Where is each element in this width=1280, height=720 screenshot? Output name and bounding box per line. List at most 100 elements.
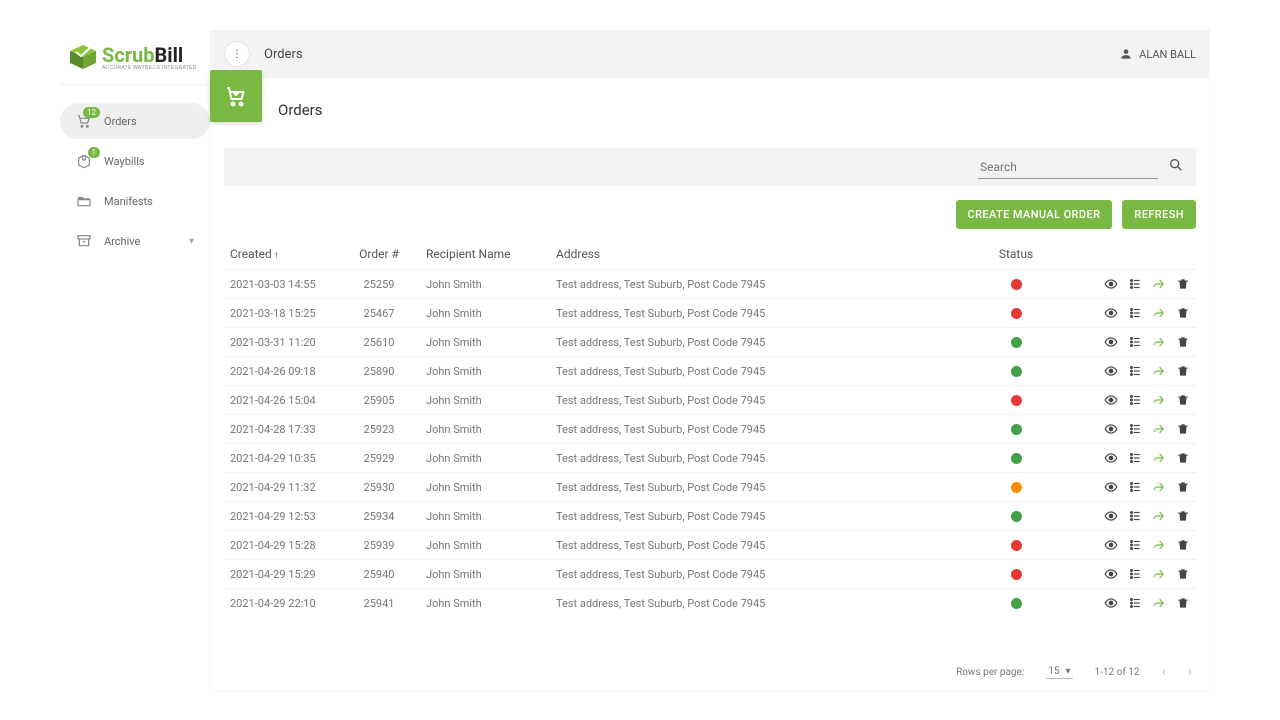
delete-icon[interactable] <box>1176 509 1190 523</box>
view-icon[interactable] <box>1104 306 1118 320</box>
search-icon[interactable] <box>1168 157 1184 177</box>
forward-icon[interactable] <box>1152 509 1166 523</box>
forward-icon[interactable] <box>1152 538 1166 552</box>
details-icon[interactable] <box>1128 480 1142 494</box>
status-dot <box>1011 569 1022 580</box>
nav-badge: 1 <box>88 147 101 158</box>
nav-item-waybills[interactable]: 1Waybills <box>60 143 210 179</box>
forward-icon[interactable] <box>1152 596 1166 610</box>
table-row: 2021-04-29 11:3225930John SmithTest addr… <box>224 472 1196 501</box>
delete-icon[interactable] <box>1176 393 1190 407</box>
cell-created: 2021-04-26 09:18 <box>224 365 344 378</box>
view-icon[interactable] <box>1104 480 1118 494</box>
delete-icon[interactable] <box>1176 480 1190 494</box>
status-dot <box>1011 598 1022 609</box>
forward-icon[interactable] <box>1152 306 1166 320</box>
brand-logo[interactable]: ScrubBill ACCURATE WAYBILLS INTEGRATED <box>60 30 210 85</box>
table-row: 2021-04-26 15:0425905John SmithTest addr… <box>224 385 1196 414</box>
cell-order: 25610 <box>344 336 414 349</box>
view-icon[interactable] <box>1104 422 1118 436</box>
delete-icon[interactable] <box>1176 538 1190 552</box>
view-icon[interactable] <box>1104 596 1118 610</box>
view-icon[interactable] <box>1104 567 1118 581</box>
details-icon[interactable] <box>1128 335 1142 349</box>
forward-icon[interactable] <box>1152 567 1166 581</box>
details-icon[interactable] <box>1128 509 1142 523</box>
col-order[interactable]: Order # <box>344 247 414 261</box>
status-dot <box>1011 308 1022 319</box>
delete-icon[interactable] <box>1176 364 1190 378</box>
delete-icon[interactable] <box>1176 277 1190 291</box>
col-status[interactable]: Status <box>986 247 1046 261</box>
col-recipient[interactable]: Recipient Name <box>414 247 544 261</box>
forward-icon[interactable] <box>1152 335 1166 349</box>
more-menu-button[interactable] <box>224 41 250 67</box>
rows-per-page-select[interactable]: 15 ▾ <box>1046 665 1072 679</box>
table-row: 2021-03-03 14:5525259John SmithTest addr… <box>224 269 1196 298</box>
view-icon[interactable] <box>1104 393 1118 407</box>
cell-created: 2021-03-03 14:55 <box>224 278 344 291</box>
next-page-button[interactable]: › <box>1188 664 1192 680</box>
manifests-icon <box>76 193 92 209</box>
table-row: 2021-04-29 10:3525929John SmithTest addr… <box>224 443 1196 472</box>
cell-status <box>986 569 1046 580</box>
nav-item-archive[interactable]: Archive▾ <box>60 223 210 259</box>
cell-recipient: John Smith <box>414 539 544 552</box>
nav-item-orders[interactable]: 12Orders <box>60 103 210 139</box>
cell-created: 2021-04-28 17:33 <box>224 423 344 436</box>
logo-cube-icon <box>68 44 98 70</box>
delete-icon[interactable] <box>1176 451 1190 465</box>
details-icon[interactable] <box>1128 393 1142 407</box>
nav-item-manifests[interactable]: Manifests <box>60 183 210 219</box>
cell-recipient: John Smith <box>414 568 544 581</box>
forward-icon[interactable] <box>1152 451 1166 465</box>
cell-status <box>986 279 1046 290</box>
cell-order: 25923 <box>344 423 414 436</box>
delete-icon[interactable] <box>1176 567 1190 581</box>
delete-icon[interactable] <box>1176 596 1190 610</box>
cell-status <box>986 424 1046 435</box>
cell-recipient: John Smith <box>414 307 544 320</box>
create-manual-order-button[interactable]: CREATE MANUAL ORDER <box>956 200 1113 229</box>
search-input[interactable] <box>978 156 1158 179</box>
delete-icon[interactable] <box>1176 422 1190 436</box>
view-icon[interactable] <box>1104 277 1118 291</box>
delete-icon[interactable] <box>1176 306 1190 320</box>
view-icon[interactable] <box>1104 451 1118 465</box>
details-icon[interactable] <box>1128 451 1142 465</box>
prev-page-button[interactable]: ‹ <box>1162 664 1166 680</box>
cell-created: 2021-04-29 11:32 <box>224 481 344 494</box>
view-icon[interactable] <box>1104 364 1118 378</box>
details-icon[interactable] <box>1128 538 1142 552</box>
col-address[interactable]: Address <box>544 247 986 261</box>
details-icon[interactable] <box>1128 364 1142 378</box>
cell-created: 2021-04-29 22:10 <box>224 597 344 610</box>
cell-address: Test address, Test Suburb, Post Code 794… <box>544 423 986 436</box>
forward-icon[interactable] <box>1152 422 1166 436</box>
nav-label: Manifests <box>104 195 153 208</box>
view-icon[interactable] <box>1104 509 1118 523</box>
cell-address: Test address, Test Suburb, Post Code 794… <box>544 481 986 494</box>
delete-icon[interactable] <box>1176 335 1190 349</box>
details-icon[interactable] <box>1128 567 1142 581</box>
details-icon[interactable] <box>1128 306 1142 320</box>
user-menu[interactable]: ALAN BALL <box>1119 47 1196 61</box>
details-icon[interactable] <box>1128 422 1142 436</box>
chevron-down-icon: ▾ <box>189 236 194 247</box>
status-dot <box>1011 279 1022 290</box>
details-icon[interactable] <box>1128 596 1142 610</box>
forward-icon[interactable] <box>1152 364 1166 378</box>
cell-status <box>986 511 1046 522</box>
refresh-button[interactable]: REFRESH <box>1122 200 1196 229</box>
cell-address: Test address, Test Suburb, Post Code 794… <box>544 278 986 291</box>
col-created[interactable]: Created↑ <box>224 247 344 261</box>
brand-word-a: Scrub <box>102 43 155 67</box>
view-icon[interactable] <box>1104 335 1118 349</box>
forward-icon[interactable] <box>1152 393 1166 407</box>
view-icon[interactable] <box>1104 538 1118 552</box>
details-icon[interactable] <box>1128 277 1142 291</box>
cell-created: 2021-04-29 12:53 <box>224 510 344 523</box>
forward-icon[interactable] <box>1152 480 1166 494</box>
forward-icon[interactable] <box>1152 277 1166 291</box>
status-dot <box>1011 511 1022 522</box>
